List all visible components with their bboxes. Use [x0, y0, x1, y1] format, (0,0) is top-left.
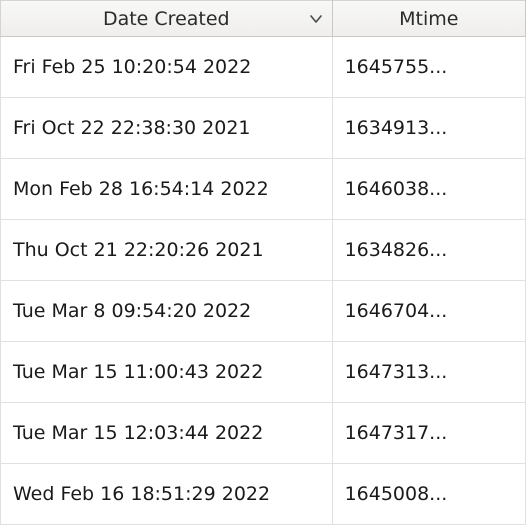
cell-date-created: Fri Oct 22 22:38:30 2021: [1, 98, 333, 159]
column-header-label: Mtime: [399, 8, 458, 30]
cell-date-created: Thu Oct 21 22:20:26 2021: [1, 220, 333, 281]
table-row[interactable]: Tue Mar 15 12:03:44 2022 1647317...: [1, 403, 526, 464]
table-row[interactable]: Thu Oct 21 22:20:26 2021 1634826...: [1, 220, 526, 281]
cell-date-created: Fri Feb 25 10:20:54 2022: [1, 37, 333, 98]
table-row[interactable]: Fri Oct 22 22:38:30 2021 1634913...: [1, 98, 526, 159]
cell-mtime: 1645008...: [332, 464, 525, 525]
cell-mtime: 1634913...: [332, 98, 525, 159]
table-row[interactable]: Fri Feb 25 10:20:54 2022 1645755...: [1, 37, 526, 98]
cell-date-created: Wed Feb 16 18:51:29 2022: [1, 464, 333, 525]
data-table: Date Created Mtime Fri Feb 25 10:20:54 2…: [0, 0, 526, 525]
cell-date-created: Mon Feb 28 16:54:14 2022: [1, 159, 333, 220]
cell-mtime: 1646704...: [332, 281, 525, 342]
cell-mtime: 1646038...: [332, 159, 525, 220]
cell-mtime: 1647313...: [332, 342, 525, 403]
table-row[interactable]: Tue Mar 15 11:00:43 2022 1647313...: [1, 342, 526, 403]
cell-date-created: Tue Mar 15 11:00:43 2022: [1, 342, 333, 403]
table-row[interactable]: Mon Feb 28 16:54:14 2022 1646038...: [1, 159, 526, 220]
table-row[interactable]: Wed Feb 16 18:51:29 2022 1645008...: [1, 464, 526, 525]
cell-mtime: 1645755...: [332, 37, 525, 98]
column-header-mtime[interactable]: Mtime: [332, 1, 525, 37]
table-header-row: Date Created Mtime: [1, 1, 526, 37]
table-row[interactable]: Tue Mar 8 09:54:20 2022 1646704...: [1, 281, 526, 342]
cell-mtime: 1647317...: [332, 403, 525, 464]
table-body: Fri Feb 25 10:20:54 2022 1645755... Fri …: [1, 37, 526, 525]
column-header-date-created[interactable]: Date Created: [1, 1, 333, 37]
cell-date-created: Tue Mar 8 09:54:20 2022: [1, 281, 333, 342]
column-header-label: Date Created: [103, 8, 230, 30]
cell-date-created: Tue Mar 15 12:03:44 2022: [1, 403, 333, 464]
cell-mtime: 1634826...: [332, 220, 525, 281]
sort-descending-icon: [310, 15, 322, 23]
